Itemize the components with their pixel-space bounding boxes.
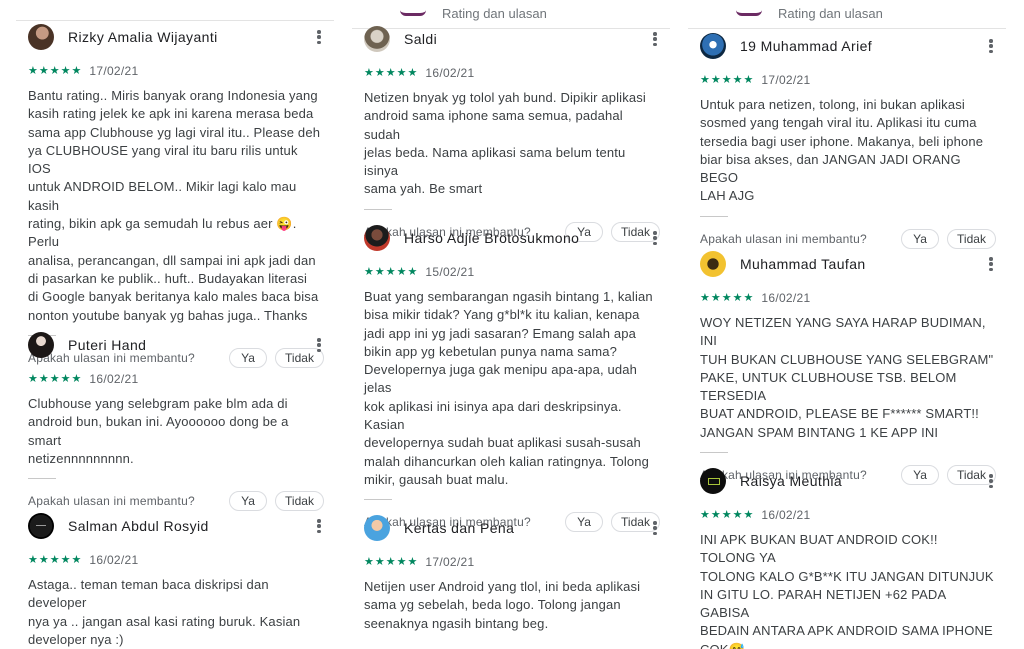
helpful-question: Apakah ulasan ini membantu? [28, 494, 195, 509]
avatar [700, 468, 726, 494]
star-rating: ★ ★ ★ ★ ★ [700, 508, 754, 521]
review-text: Untuk para netizen, tolong, ini bukan ap… [700, 97, 984, 204]
more-options-icon[interactable] [650, 29, 660, 49]
helpful-question: Apakah ulasan ini membantu? [700, 231, 867, 246]
section-header: Rating dan ulasan [688, 0, 1006, 22]
review-text: Clubhouse yang selebgram pake blm ada di… [28, 396, 289, 466]
review-card: Raisya Meuthia ★ ★ ★ ★ ★ 16/02/21 INI APK BU… [700, 468, 996, 649]
helpful-row: Apakah ulasan ini membantu? Ya Tidak [28, 491, 324, 512]
reviewer-name: Harso Adjie Brotosukmono [404, 230, 580, 246]
review-date: 16/02/21 [89, 553, 139, 567]
divider [700, 452, 728, 454]
review-text: INI APK BUKAN BUAT ANDROID COK!! TOLONG … [700, 532, 994, 649]
star-rating: ★ ★ ★ ★ ★ [28, 64, 82, 77]
star-rating: ★ ★ ★ ★ ★ [28, 553, 82, 566]
avatar [700, 251, 726, 277]
avatar [28, 24, 54, 50]
review-date: 16/02/21 [425, 66, 475, 80]
review-text: Netijen user Android yang tlol, ini beda… [364, 579, 641, 631]
divider [28, 478, 56, 480]
back-arrow-icon[interactable] [736, 6, 762, 16]
review-card: 19 Muhammad Arief ★ ★ ★ ★ ★ 17/02/21 Untuk p… [700, 33, 996, 249]
review-card: Kertas dan Pena ★ ★ ★ ★ ★ 17/02/21 Netijen u… [364, 515, 660, 633]
review-date: 17/02/21 [761, 73, 811, 87]
review-date: 16/02/21 [761, 291, 811, 305]
star-rating: ★ ★ ★ ★ ★ [28, 372, 82, 385]
avatar [28, 513, 54, 539]
star-rating: ★ ★ ★ ★ ★ [364, 555, 418, 568]
avatar [364, 26, 390, 52]
star-rating: ★ ★ ★ ★ ★ [700, 73, 754, 86]
more-options-icon[interactable] [986, 471, 996, 491]
more-options-icon[interactable] [314, 335, 324, 355]
helpful-yes-button[interactable]: Ya [229, 491, 267, 512]
review-date: 17/02/21 [425, 555, 475, 569]
review-card: Saldi ★ ★ ★ ★ ★ 16/02/21 Netizen bnyak yg to… [364, 26, 660, 242]
review-date: 16/02/21 [89, 372, 139, 386]
review-card: Salman Abdul Rosyid ★ ★ ★ ★ ★ 16/02/21 Astag… [28, 513, 324, 649]
section-title: Rating dan ulasan [778, 6, 883, 21]
avatar [28, 332, 54, 358]
review-text: Netizen bnyak yg tolol yah bund. Dipikir… [364, 90, 646, 197]
review-text: Bantu rating.. Miris banyak orang Indone… [28, 88, 321, 323]
reviewer-name: Kertas dan Pena [404, 520, 515, 536]
section-title: Rating dan ulasan [442, 6, 547, 21]
helpful-yes-button[interactable]: Ya [901, 228, 939, 249]
section-header: Rating dan ulasan [352, 0, 670, 22]
review-date: 16/02/21 [761, 508, 811, 522]
avatar [364, 515, 390, 541]
divider [364, 208, 392, 210]
column-top-divider [16, 20, 334, 21]
review-text: WOY NETIZEN YANG SAYA HARAP BUDIMAN, INI… [700, 315, 994, 440]
star-rating: ★ ★ ★ ★ ★ [364, 265, 418, 278]
reviewer-name: Muhammad Taufan [740, 256, 866, 272]
avatar [700, 33, 726, 59]
more-options-icon[interactable] [650, 228, 660, 248]
more-options-icon[interactable] [314, 516, 324, 536]
more-options-icon[interactable] [986, 36, 996, 56]
review-column-2: Rating dan ulasan Saldi ★ ★ ★ ★ ★ 16/02/21 N… [352, 0, 670, 649]
reviewer-name: Puteri Hand [68, 337, 147, 353]
review-card: Harso Adjie Brotosukmono ★ ★ ★ ★ ★ 15/02/21 … [364, 225, 660, 533]
helpful-no-button[interactable]: Tidak [947, 228, 996, 249]
reviewer-name: Salman Abdul Rosyid [68, 518, 209, 534]
helpful-row: Apakah ulasan ini membantu? Ya Tidak [700, 228, 996, 249]
reviewer-name: Rizky Amalia Wijayanti [68, 29, 218, 45]
star-rating: ★ ★ ★ ★ ★ [700, 291, 754, 304]
review-column-1: Rizky Amalia Wijayanti ★ ★ ★ ★ ★ 17/02/21 Ba… [16, 0, 334, 649]
review-card: Rizky Amalia Wijayanti ★ ★ ★ ★ ★ 17/02/21 Ba… [28, 24, 324, 368]
helpful-no-button[interactable]: Tidak [275, 491, 324, 512]
review-column-3: Rating dan ulasan 19 Muhammad Arief ★ ★ ★ ★… [688, 0, 1006, 649]
avatar [364, 225, 390, 251]
more-options-icon[interactable] [650, 518, 660, 538]
column-top-divider [688, 28, 1006, 29]
divider [700, 215, 728, 217]
reviewer-name: Raisya Meuthia [740, 473, 843, 489]
more-options-icon[interactable] [314, 27, 324, 47]
reviewer-name: Saldi [404, 31, 438, 47]
more-options-icon[interactable] [986, 254, 996, 274]
review-text: Buat yang sembarangan ngasih bintang 1, … [364, 289, 653, 487]
review-date: 17/02/21 [89, 64, 139, 78]
divider [364, 499, 392, 501]
back-arrow-icon[interactable] [400, 6, 426, 16]
review-text: Astaga.. teman teman baca diskripsi dan … [28, 577, 301, 647]
review-date: 15/02/21 [425, 265, 475, 279]
reviewer-name: 19 Muhammad Arief [740, 38, 873, 54]
review-card: Muhammad Taufan ★ ★ ★ ★ ★ 16/02/21 WOY NETIZ… [700, 251, 996, 486]
star-rating: ★ ★ ★ ★ ★ [364, 66, 418, 79]
review-card: Puteri Hand ★ ★ ★ ★ ★ 16/02/21 Clubhouse yan… [28, 332, 324, 512]
